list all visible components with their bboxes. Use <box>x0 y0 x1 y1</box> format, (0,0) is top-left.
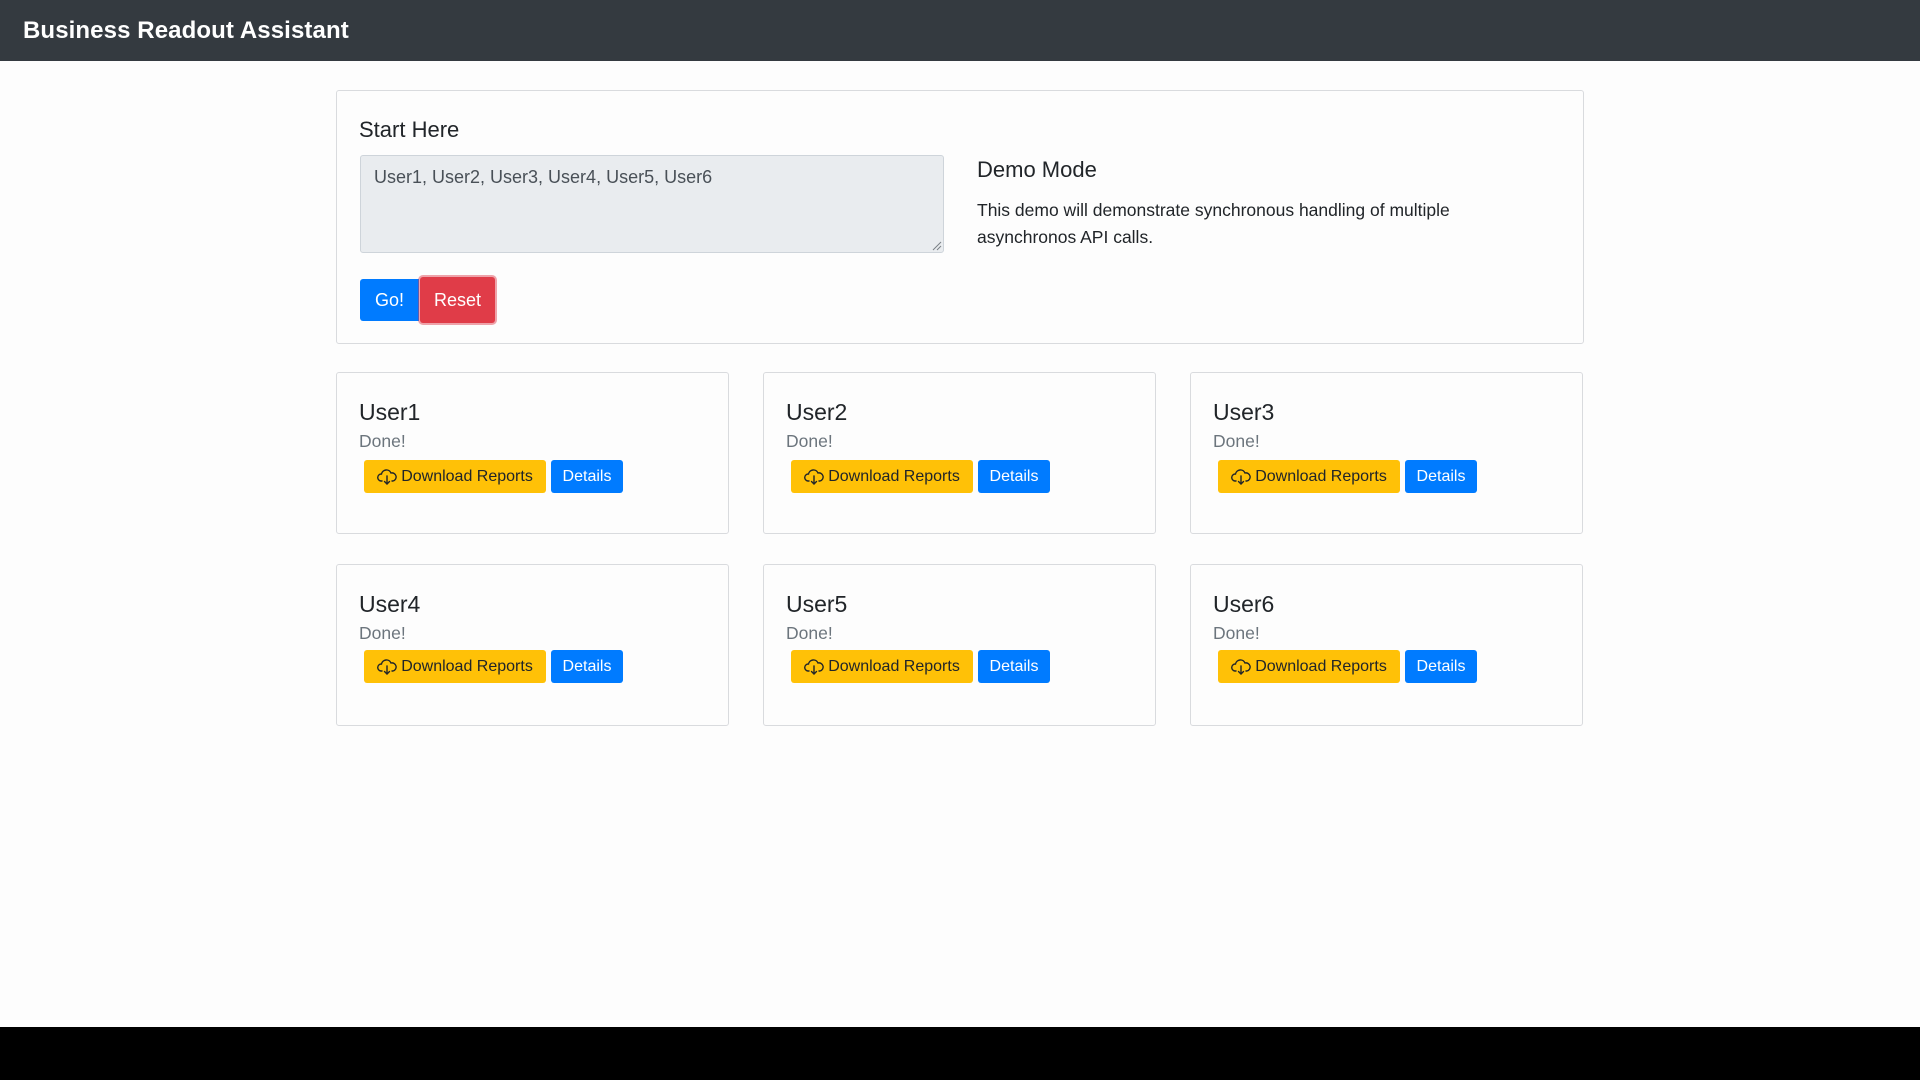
download-reports-button[interactable]: Download Reports <box>791 650 973 683</box>
user-status: Done! <box>359 623 406 643</box>
bottom-bar <box>0 1027 1920 1080</box>
cloud-download-icon <box>377 468 397 485</box>
download-reports-label: Download Reports <box>401 467 533 485</box>
user-card: User1 Done! Download Reports Details <box>336 372 729 534</box>
details-button[interactable]: Details <box>1405 650 1477 683</box>
user-status: Done! <box>1213 623 1260 643</box>
user-name: User3 <box>1213 399 1275 425</box>
user-status: Done! <box>786 431 833 451</box>
details-button[interactable]: Details <box>978 650 1050 683</box>
cloud-download-icon <box>1231 658 1251 675</box>
cloud-download-icon <box>377 658 397 675</box>
download-reports-label: Download Reports <box>828 467 960 485</box>
main-content: Start Here Go! Reset Demo Mode This demo… <box>0 61 1920 1027</box>
user-name: User2 <box>786 399 848 425</box>
download-reports-label: Download Reports <box>828 657 960 675</box>
details-button[interactable]: Details <box>551 650 623 683</box>
start-panel: Start Here Go! Reset Demo Mode This demo… <box>336 90 1584 344</box>
download-reports-button[interactable]: Download Reports <box>364 650 546 683</box>
demo-mode-description: This demo will demonstrate synchronous h… <box>977 200 1450 247</box>
download-reports-button[interactable]: Download Reports <box>1218 460 1400 493</box>
download-reports-label: Download Reports <box>401 657 533 675</box>
download-reports-button[interactable]: Download Reports <box>791 460 973 493</box>
user-card: User6 Done! Download Reports Details <box>1190 564 1583 726</box>
user-status: Done! <box>359 431 406 451</box>
cloud-download-icon <box>804 658 824 675</box>
go-button[interactable]: Go! <box>360 279 419 321</box>
user-name: User1 <box>359 399 421 425</box>
cloud-download-icon <box>1231 468 1251 485</box>
demo-mode-title: Demo Mode <box>977 157 1097 182</box>
user-card: User5 Done! Download Reports Details <box>763 564 1156 726</box>
user-status: Done! <box>1213 431 1260 451</box>
user-name: User5 <box>786 591 848 617</box>
app-brand[interactable]: Business Readout Assistant <box>23 17 349 45</box>
reset-button[interactable]: Reset <box>420 277 495 323</box>
user-status: Done! <box>786 623 833 643</box>
details-button[interactable]: Details <box>551 460 623 493</box>
download-reports-button[interactable]: Download Reports <box>1218 650 1400 683</box>
user-name: User4 <box>359 591 421 617</box>
details-button[interactable]: Details <box>1405 460 1477 493</box>
users-input[interactable] <box>360 155 944 253</box>
user-card: User3 Done! Download Reports Details <box>1190 372 1583 534</box>
cloud-download-icon <box>804 468 824 485</box>
download-reports-label: Download Reports <box>1255 657 1387 675</box>
download-reports-button[interactable]: Download Reports <box>364 460 546 493</box>
user-card: User2 Done! Download Reports Details <box>763 372 1156 534</box>
user-name: User6 <box>1213 591 1275 617</box>
start-panel-title: Start Here <box>359 117 460 142</box>
details-button[interactable]: Details <box>978 460 1050 493</box>
navbar: Business Readout Assistant <box>0 0 1920 61</box>
download-reports-label: Download Reports <box>1255 467 1387 485</box>
user-card: User4 Done! Download Reports Details <box>336 564 729 726</box>
resize-handle-icon[interactable] <box>931 240 942 251</box>
